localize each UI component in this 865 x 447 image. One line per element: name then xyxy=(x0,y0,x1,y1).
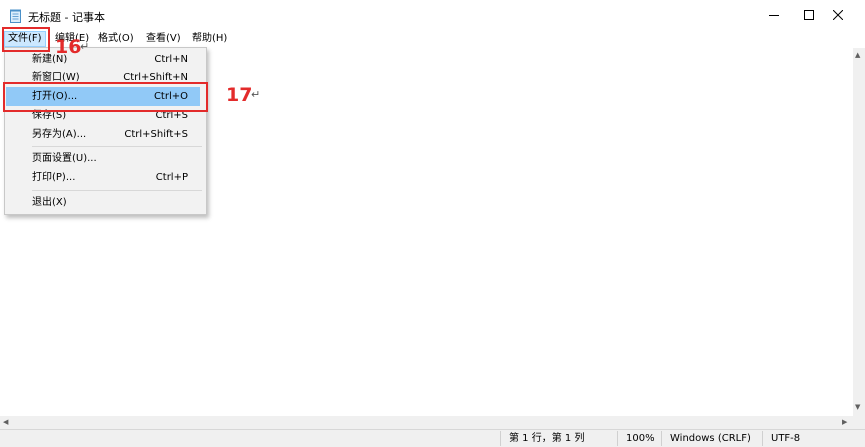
window-title: 无标题 - 记事本 xyxy=(28,11,105,24)
annotation-box-file-menu xyxy=(2,27,50,52)
menu-separator xyxy=(32,190,202,191)
close-icon xyxy=(833,10,843,20)
vertical-scrollbar[interactable]: ▲ ▼ xyxy=(853,48,865,416)
annotation-box-open-item xyxy=(3,82,208,112)
maximize-icon xyxy=(804,10,814,20)
notepad-icon xyxy=(9,9,23,23)
menu-item-shortcut: Ctrl+N xyxy=(154,54,188,65)
menu-item-page-setup[interactable]: 页面设置(U)... xyxy=(6,149,200,168)
status-line-ending: Windows (CRLF) xyxy=(661,431,765,446)
scroll-down-icon[interactable]: ▼ xyxy=(855,403,860,411)
menu-item-shortcut: Ctrl+P xyxy=(155,172,188,183)
annotation-step-17: 17 xyxy=(226,84,253,106)
scroll-left-icon[interactable]: ◀ xyxy=(3,418,8,426)
menu-format[interactable]: 格式(O) xyxy=(95,31,137,47)
menu-item-shortcut: Ctrl+Shift+S xyxy=(124,129,188,140)
menu-item-print[interactable]: 打印(P)... Ctrl+P xyxy=(6,168,200,187)
return-mark-icon: ↵ xyxy=(80,40,90,53)
menu-separator xyxy=(32,146,202,147)
menu-item-save-as[interactable]: 另存为(A)... Ctrl+Shift+S xyxy=(6,125,200,144)
scrollbar-corner xyxy=(853,416,865,429)
menu-item-label: 页面设置(U)... xyxy=(32,153,97,164)
menu-item-label: 另存为(A)... xyxy=(32,129,87,140)
title-bar xyxy=(0,0,865,30)
menu-help[interactable]: 帮助(H) xyxy=(189,31,230,47)
menu-view[interactable]: 查看(V) xyxy=(143,31,184,47)
annotation-step-16: 16 xyxy=(55,36,82,58)
horizontal-scrollbar[interactable]: ◀ ▶ xyxy=(0,416,853,429)
menu-item-new[interactable]: 新建(N) Ctrl+N xyxy=(6,50,200,69)
menu-item-label: 打印(P)... xyxy=(32,172,76,183)
scroll-right-icon[interactable]: ▶ xyxy=(842,418,847,426)
close-button[interactable] xyxy=(815,0,861,30)
status-encoding: UTF-8 xyxy=(762,431,865,446)
scroll-up-icon[interactable]: ▲ xyxy=(855,51,860,59)
minimize-icon xyxy=(769,15,779,16)
menu-item-exit[interactable]: 退出(X) xyxy=(6,193,200,212)
status-cursor-position: 第 1 行，第 1 列 xyxy=(500,431,619,446)
return-mark-icon: ↵ xyxy=(251,88,261,101)
menu-item-label: 退出(X) xyxy=(32,197,67,208)
